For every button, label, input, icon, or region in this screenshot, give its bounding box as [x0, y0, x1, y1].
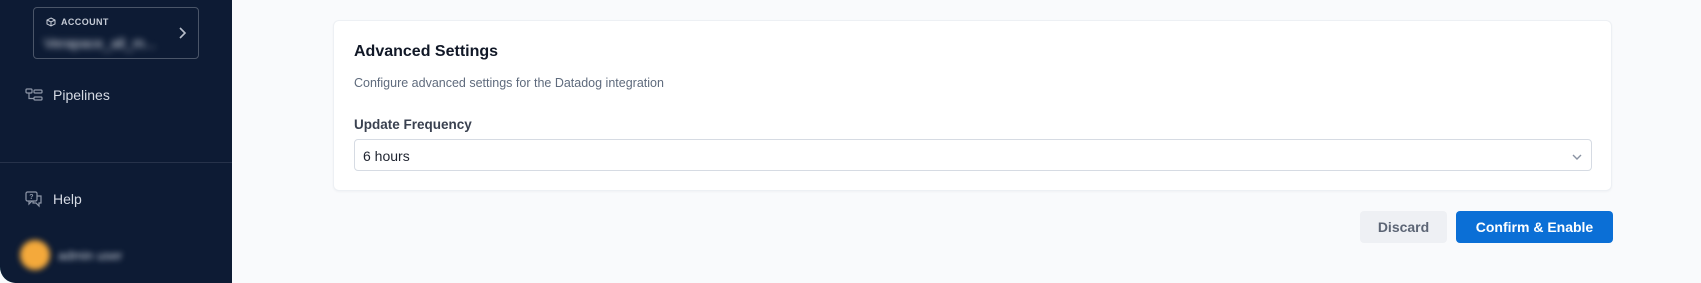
- confirm-enable-button[interactable]: Confirm & Enable: [1456, 211, 1613, 243]
- user-menu[interactable]: admin user: [20, 240, 122, 270]
- chevron-right-icon: [176, 26, 188, 40]
- account-label: ACCOUNT: [61, 17, 109, 27]
- sidebar-divider: [0, 162, 232, 163]
- user-name: admin user: [58, 247, 123, 263]
- pipelines-icon: [25, 86, 43, 104]
- account-name: Verapace_all_m...: [44, 35, 157, 51]
- update-frequency-label: Update Frequency: [354, 117, 472, 132]
- chevron-down-icon: [1571, 150, 1583, 162]
- sidebar-item-pipelines[interactable]: Pipelines: [25, 86, 110, 104]
- update-frequency-value: 6 hours: [363, 148, 410, 164]
- avatar: [20, 240, 50, 270]
- cube-icon: [46, 17, 56, 27]
- discard-button[interactable]: Discard: [1360, 211, 1447, 243]
- sidebar-item-help[interactable]: ? Help: [25, 190, 82, 208]
- update-frequency-select[interactable]: 6 hours: [354, 139, 1592, 171]
- advanced-settings-card: Advanced Settings Configure advanced set…: [333, 20, 1612, 191]
- svg-text:?: ?: [29, 194, 33, 201]
- account-label-row: ACCOUNT: [46, 17, 109, 27]
- card-subtitle: Configure advanced settings for the Data…: [354, 76, 664, 90]
- sidebar-item-label: Help: [53, 191, 82, 207]
- sidebar-item-label: Pipelines: [53, 87, 110, 103]
- card-title: Advanced Settings: [354, 43, 499, 60]
- sidebar: ACCOUNT Verapace_all_m... Pipelines ? He…: [0, 0, 232, 283]
- help-chat-icon: ?: [25, 190, 43, 208]
- account-switcher[interactable]: ACCOUNT Verapace_all_m...: [33, 7, 199, 59]
- sidebar-panel: ACCOUNT Verapace_all_m... Pipelines ? He…: [0, 0, 232, 283]
